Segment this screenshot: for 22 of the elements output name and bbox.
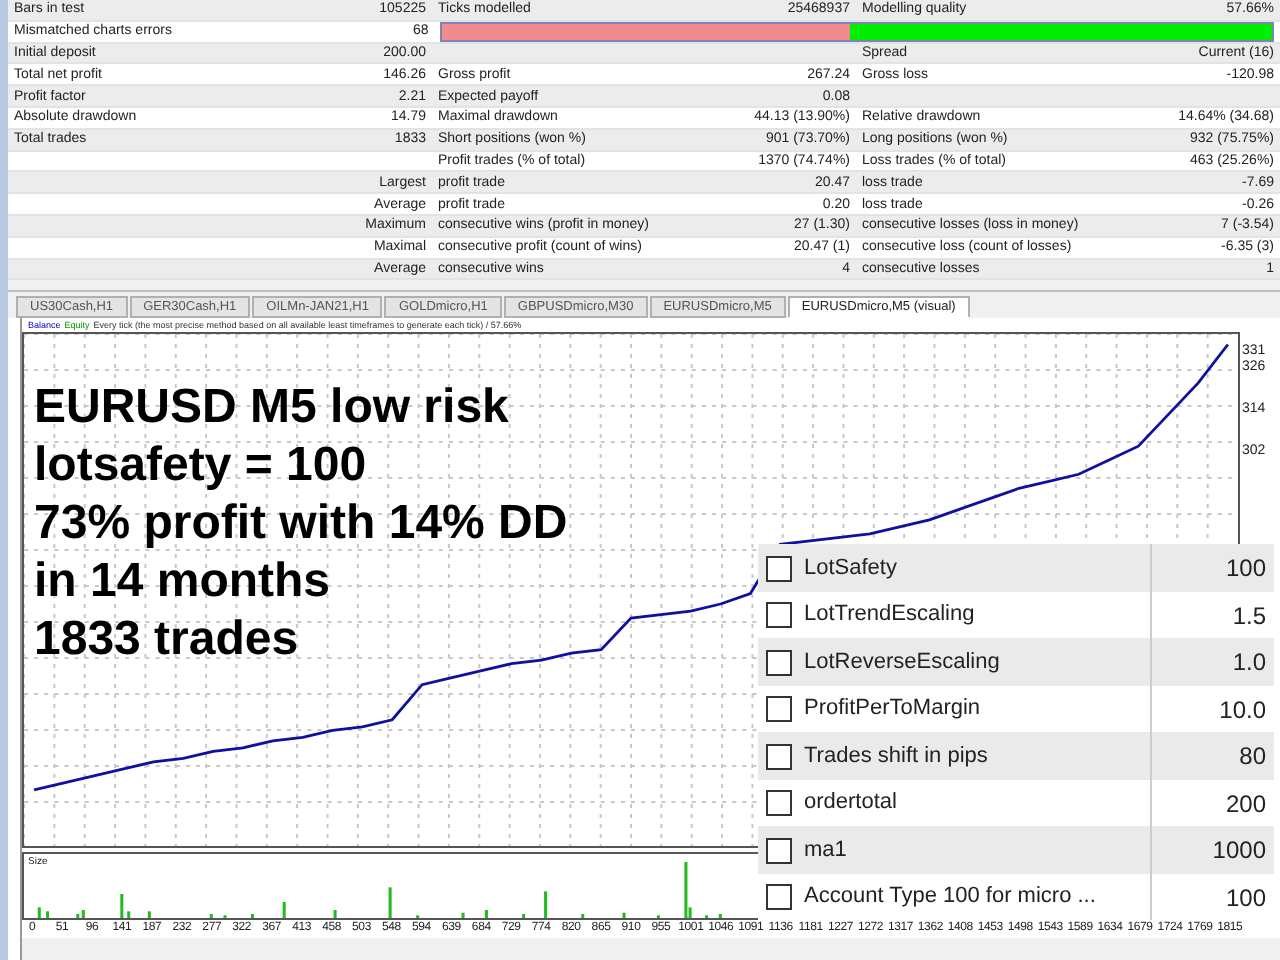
overlay-caption: 73% profit with 14% DD bbox=[34, 494, 568, 553]
parameter-name: Account Type 100 for micro ... bbox=[804, 882, 1098, 913]
checkbox[interactable] bbox=[766, 837, 792, 864]
parameter-value: 100 bbox=[1150, 873, 1274, 921]
checkbox[interactable] bbox=[766, 743, 792, 770]
checkbox[interactable] bbox=[766, 884, 792, 911]
parameter-name: LotTrendEscaling bbox=[804, 600, 977, 631]
checkbox[interactable] bbox=[766, 696, 792, 723]
overlay-caption: in 14 months bbox=[34, 552, 333, 611]
parameter-name: ProfitPerToMargin bbox=[804, 694, 983, 725]
checkbox[interactable] bbox=[766, 790, 792, 817]
parameter-name: ordertotal bbox=[804, 788, 899, 819]
overlay-caption: 1833 trades bbox=[34, 610, 301, 669]
parameter-name: LotSafety bbox=[804, 553, 899, 584]
checkbox[interactable] bbox=[766, 602, 792, 629]
parameter-name: ma1 bbox=[804, 835, 849, 866]
parameter-name: LotReverseEscaling bbox=[804, 647, 1002, 678]
checkbox[interactable] bbox=[766, 555, 792, 582]
checkbox[interactable] bbox=[766, 649, 792, 676]
overlay-caption: lotsafety = 100 bbox=[34, 436, 369, 495]
overlay-caption: EURUSD M5 low risk bbox=[34, 378, 511, 437]
parameter-name: Trades shift in pips bbox=[804, 741, 990, 772]
